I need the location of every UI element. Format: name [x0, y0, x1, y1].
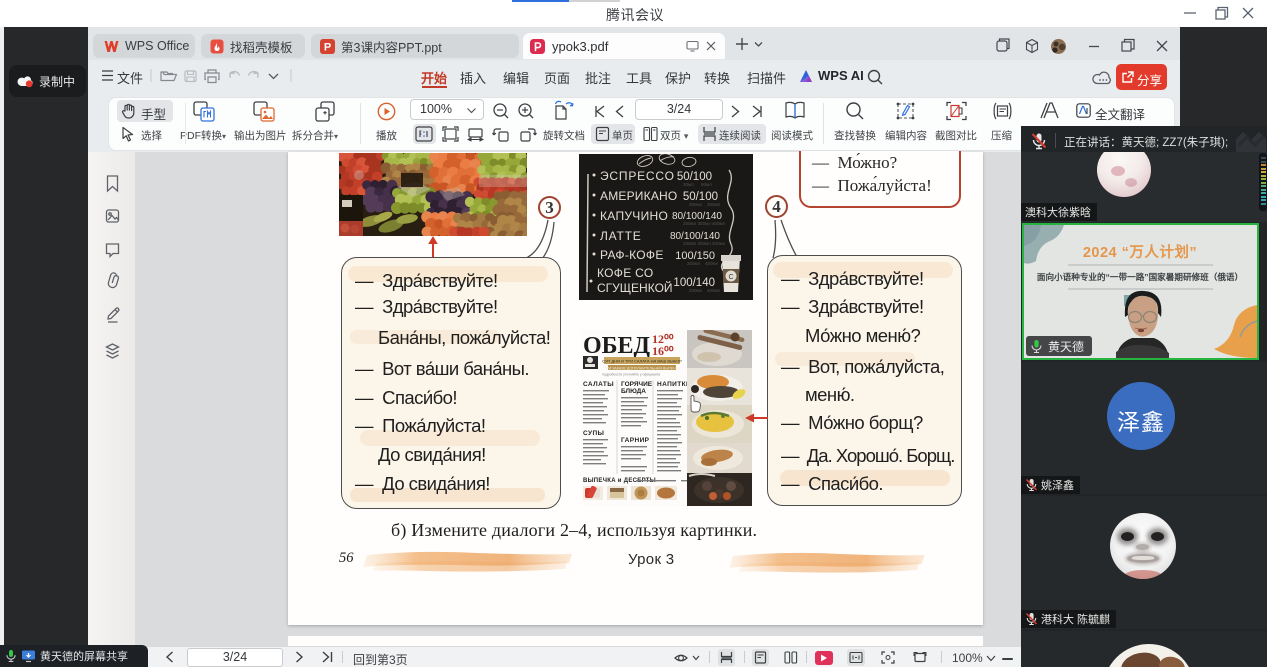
svg-text:СУПЫ: СУПЫ [583, 430, 604, 437]
svg-text:200мл: 200мл [687, 261, 701, 266]
svg-text:ПРИ ЗАКАЗЕ ДОПОЛНИТЕЛЬНАЯ ВЫПЕ: ПРИ ЗАКАЗЕ ДОПОЛНИТЕЛЬНАЯ ВЫПЕЧКА [604, 367, 681, 371]
svg-text:400мл: 400мл [707, 288, 721, 293]
svg-text:2024 “万人计划”: 2024 “万人计划” [1083, 243, 1197, 261]
svg-text:250мл 300мл 400мл: 250мл 300мл 400мл [683, 221, 726, 226]
svg-text:C: C [728, 274, 733, 281]
svg-text:250мл: 250мл [689, 202, 703, 207]
svg-text:ГОРЯЧИЕ: ГОРЯЧИЕ [621, 381, 653, 388]
svg-text:ГАРНИР: ГАРНИР [621, 437, 650, 444]
svg-text:250мл 300мл 400мл: 250мл 300мл 400мл [683, 241, 726, 246]
svg-text:300мл: 300мл [707, 202, 721, 207]
svg-text:ОБЕД: ОБЕД [583, 333, 651, 359]
svg-text:КАПУЧИНО: КАПУЧИНО [600, 209, 668, 223]
svg-text:САЛАТЫ: САЛАТЫ [583, 381, 614, 388]
svg-text:КОФЕ СО: КОФЕ СО [597, 266, 654, 280]
svg-text:СУП ДНЯ И ТРИ САЛАТА НА ВАШ ВЫ: СУП ДНЯ И ТРИ САЛАТА НА ВАШ ВЫБОР [602, 359, 682, 364]
svg-text:P: P [324, 41, 331, 53]
svg-text:30мл: 30мл [683, 182, 694, 187]
svg-text:16⁰⁰: 16⁰⁰ [652, 344, 674, 358]
svg-text:200мл: 200мл [689, 288, 703, 293]
svg-text:60мл: 60мл [701, 182, 712, 187]
svg-text:СГУЩЕНКОЙ: СГУЩЕНКОЙ [597, 280, 673, 295]
svg-text:面向小语种专业的“一带一路”国家暑期研修班（俄语）: 面向小语种专业的“一带一路”国家暑期研修班（俄语） [1037, 271, 1243, 282]
svg-text:подробности уточняйте у официа: подробности уточняйте у официанта [602, 373, 660, 377]
svg-text:РАФ-КОФЕ: РАФ-КОФЕ [600, 248, 664, 262]
svg-text:БЛЮДА: БЛЮДА [621, 388, 646, 395]
svg-text:ЭСПРЕССО: ЭСПРЕССО [600, 169, 675, 183]
svg-text:400мл: 400мл [705, 261, 719, 266]
svg-text:НАПИТКИ: НАПИТКИ [657, 381, 691, 388]
svg-text:ЛАТТЕ: ЛАТТЕ [600, 229, 642, 243]
svg-text:АМЕРИКАНО: АМЕРИКАНО [600, 189, 677, 203]
